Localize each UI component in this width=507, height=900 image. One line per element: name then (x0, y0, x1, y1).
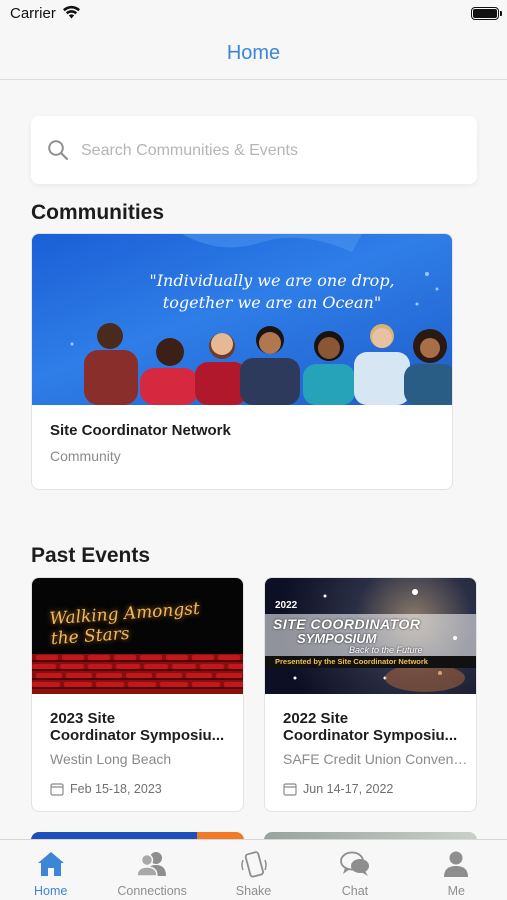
people-icon (136, 852, 167, 877)
person-icon (444, 851, 469, 877)
event-title: 2022 Site Coordinator Symposiu... (283, 710, 458, 744)
search-input[interactable] (81, 138, 461, 164)
carrier-label: Carrier (10, 5, 56, 22)
communities-heading: Communities (31, 201, 165, 224)
community-type: Community (50, 448, 121, 464)
tab-chat[interactable]: Chat (304, 840, 405, 900)
nav-bar: Home (0, 30, 507, 80)
tab-home[interactable]: Home (0, 840, 101, 900)
event-card[interactable]: 2022 SITE COORDINATOR SYMPOSIUM Back to … (264, 577, 477, 812)
status-bar: Carrier (0, 0, 507, 30)
tab-connections[interactable]: Connections (101, 840, 202, 900)
search-icon (48, 140, 69, 161)
tab-shake[interactable]: Shake (203, 840, 304, 900)
tab-me[interactable]: Me (406, 840, 507, 900)
event-card[interactable]: Walking Amongst the Stars 2023 Site Coor… (31, 577, 244, 812)
calendar-icon (50, 783, 64, 796)
home-icon (37, 852, 64, 876)
past-events-heading: Past Events (31, 544, 151, 567)
tab-bar: Home Connections Shake Chat Me (0, 839, 507, 900)
calendar-icon (283, 783, 297, 796)
chat-bubbles-icon (340, 851, 369, 876)
event-venue: Westin Long Beach (50, 751, 172, 767)
community-banner-image: "Individually we are one drop, together … (32, 234, 452, 405)
community-title: Site Coordinator Network (50, 422, 231, 439)
event-image: 2022 SITE COORDINATOR SYMPOSIUM Back to … (265, 578, 476, 694)
community-card[interactable]: "Individually we are one drop, together … (31, 233, 453, 490)
event-venue: SAFE Credit Union Convent... (283, 751, 468, 767)
banner-quote: "Individually we are one drop, together … (149, 271, 395, 312)
event-date: Jun 14-17, 2022 (283, 782, 393, 796)
event-title: 2023 Site Coordinator Symposiu... (50, 710, 225, 744)
phone-shake-icon (240, 851, 267, 878)
wifi-icon (63, 5, 80, 19)
search-bar[interactable] (31, 116, 477, 184)
event-date: Feb 15-18, 2023 (50, 782, 162, 796)
battery-icon (471, 7, 502, 20)
event-image: Walking Amongst the Stars (32, 578, 243, 694)
page-title: Home (226, 42, 281, 64)
